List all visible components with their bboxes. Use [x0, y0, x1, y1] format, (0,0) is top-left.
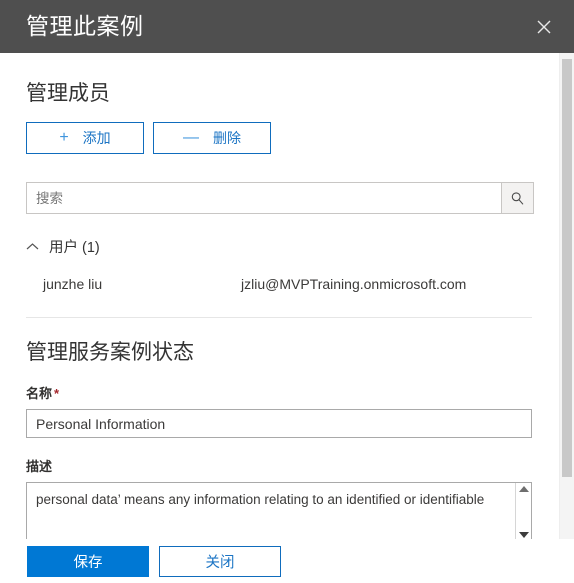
chevron-up-icon: [26, 238, 39, 256]
member-command-bar: + 添加 — 删除: [26, 122, 534, 155]
search-input[interactable]: [26, 182, 501, 215]
scroll-down-arrow-icon[interactable]: [518, 532, 529, 539]
search-icon[interactable]: [501, 182, 534, 215]
remove-member-label: 删除: [213, 130, 241, 147]
scroll-up-arrow-icon[interactable]: [518, 486, 529, 493]
panel-scrollbar[interactable]: [559, 53, 574, 539]
description-input-wrapper: [26, 482, 532, 539]
page-title: 管理此案例: [26, 13, 144, 39]
add-member-label: 添加: [82, 130, 111, 147]
users-group-label: 用户 (1): [49, 240, 100, 257]
remove-member-button[interactable]: — 删除: [153, 122, 271, 155]
cancel-button[interactable]: 关闭: [159, 546, 281, 577]
minus-icon: —: [183, 129, 199, 147]
case-status-heading: 管理服务案例状态: [26, 341, 194, 365]
name-input[interactable]: [26, 409, 532, 439]
list-item[interactable]: junzhe liu jzliu@MVPTraining.onmicrosoft…: [26, 273, 534, 295]
member-search-row: [26, 182, 534, 215]
manage-case-panel: 管理此案例 管理成员 + 添加 — 删除 搜索 用户 (1) junzhe li…: [0, 0, 574, 583]
member-name: junzhe liu: [43, 276, 103, 293]
panel-footer: 保存 关闭: [0, 539, 574, 583]
name-field-label: 名称 *: [26, 383, 534, 402]
description-scrollbar[interactable]: [515, 483, 531, 539]
panel-header: 管理此案例: [0, 0, 574, 53]
member-email: jzliu@MVPTraining.onmicrosoft.com: [241, 276, 467, 293]
description-field-label: 描述: [26, 459, 53, 475]
members-section-heading: 管理成员: [26, 82, 110, 105]
panel-body: 管理成员 + 添加 — 删除 搜索 用户 (1) junzhe liu jzli…: [0, 53, 574, 539]
users-group-header[interactable]: 用户 (1): [26, 236, 534, 257]
panel-scrollbar-thumb[interactable]: [562, 59, 572, 477]
plus-icon: +: [59, 129, 69, 147]
name-field-label-text: 名称: [26, 386, 53, 402]
save-button[interactable]: 保存: [27, 546, 149, 577]
panel-content: 管理成员 + 添加 — 删除 搜索 用户 (1) junzhe liu jzli…: [0, 53, 560, 539]
close-icon[interactable]: [528, 11, 560, 43]
add-member-button[interactable]: + 添加: [26, 122, 144, 155]
description-input[interactable]: [27, 483, 515, 539]
required-indicator: *: [54, 386, 60, 402]
